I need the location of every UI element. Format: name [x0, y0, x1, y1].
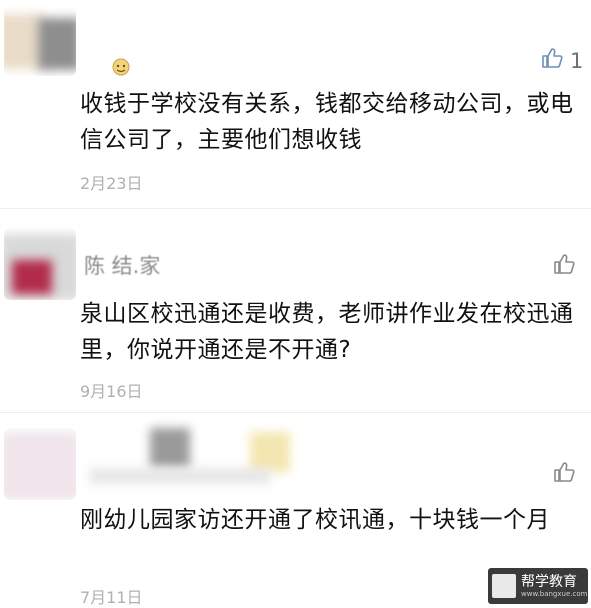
comment-text: 泉山区校迅通还是收费，老师讲作业发在校迅通里，你说开通还是不开通?	[80, 301, 574, 363]
comment-date: 7月11日	[80, 588, 143, 607]
comment-text: 收钱于学校没有关系，钱都交给移动公司，或电信公司了，主要他们想收钱	[80, 91, 574, 153]
thumbs-up-icon	[540, 46, 564, 75]
like-button[interactable]	[552, 252, 576, 281]
like-button[interactable]: 1	[540, 46, 583, 75]
avatar[interactable]	[4, 428, 76, 500]
emoji-icon	[110, 56, 132, 76]
like-count: 1	[570, 48, 584, 73]
watermark: 帮学教育 www.bangxue.com	[488, 568, 588, 604]
nickname	[90, 428, 310, 488]
thumbs-up-icon	[552, 252, 576, 281]
avatar[interactable]	[4, 4, 76, 76]
watermark-logo-icon	[492, 574, 516, 598]
comment-2: 陈 结.家 泉山区校迅通还是收费，老师讲作业发在校迅通里，你说开通还是不开通? …	[0, 210, 591, 420]
comment-date: 2月23日	[80, 174, 143, 193]
avatar[interactable]	[4, 228, 76, 300]
divider	[0, 208, 591, 209]
watermark-text: 帮学教育	[521, 573, 577, 590]
like-button[interactable]	[552, 460, 576, 489]
divider	[0, 412, 591, 413]
comment-date: 9月16日	[80, 382, 143, 401]
watermark-subtext: www.bangxue.com	[521, 589, 588, 598]
comment-text: 刚幼儿园家访还开通了校讯通，十块钱一个月	[80, 507, 550, 533]
thumbs-up-icon	[552, 460, 576, 489]
nickname: 陈 结.家	[84, 254, 161, 278]
comment-1: 1 收钱于学校没有关系，钱都交给移动公司，或电信公司了，主要他们想收钱 2月23…	[0, 0, 591, 205]
